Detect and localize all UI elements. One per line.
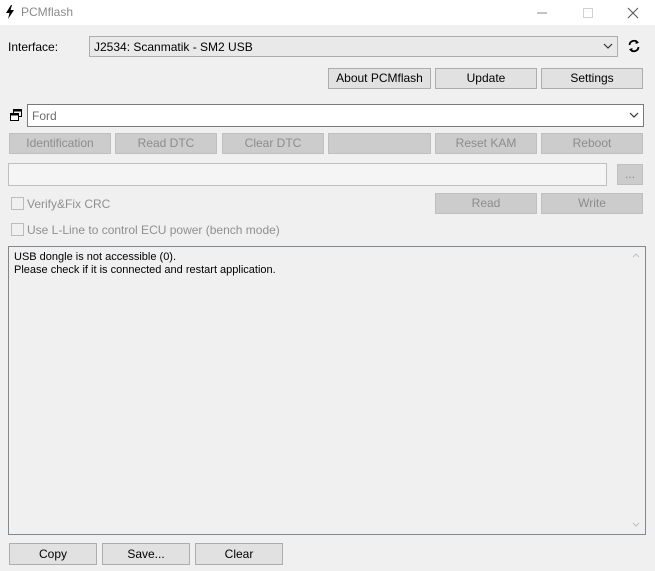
- file-path-input[interactable]: [8, 163, 607, 186]
- clear-button[interactable]: Clear: [195, 543, 283, 565]
- copy-button[interactable]: Copy: [9, 543, 97, 565]
- read-dtc-button[interactable]: Read DTC: [115, 133, 217, 154]
- interface-selected-value: J2534: Scanmatik - SM2 USB: [94, 40, 253, 54]
- chevron-up-icon[interactable]: [632, 253, 640, 258]
- clear-dtc-button[interactable]: Clear DTC: [222, 133, 324, 154]
- lline-power-checkbox[interactable]: [11, 223, 24, 236]
- vehicle-select[interactable]: Ford: [27, 104, 644, 127]
- blank-action-button[interactable]: [328, 133, 431, 154]
- write-button[interactable]: Write: [541, 193, 643, 214]
- log-line: Please check if it is connected and rest…: [14, 264, 276, 276]
- close-button[interactable]: [610, 0, 655, 25]
- interface-select[interactable]: J2534: Scanmatik - SM2 USB: [89, 36, 618, 57]
- identification-button[interactable]: Identification: [9, 133, 111, 154]
- vehicle-selected-value: Ford: [32, 109, 57, 123]
- reset-kam-button[interactable]: Reset KAM: [435, 133, 537, 154]
- verify-crc-label: Verify&Fix CRC: [27, 197, 111, 211]
- save-button[interactable]: Save...: [102, 543, 190, 565]
- log-scrollbar[interactable]: [628, 247, 645, 534]
- update-button[interactable]: Update: [435, 68, 537, 89]
- lline-power-label: Use L-Line to control ECU power (bench m…: [27, 223, 280, 237]
- minimize-icon: [537, 12, 547, 14]
- chevron-down-icon: [629, 112, 639, 118]
- window-restore-icon[interactable]: [10, 109, 22, 121]
- maximize-icon: [583, 8, 593, 18]
- read-button[interactable]: Read: [435, 193, 537, 214]
- lightning-bolt-icon: [6, 5, 14, 19]
- maximize-button[interactable]: [565, 0, 611, 25]
- refresh-icon[interactable]: [627, 39, 641, 53]
- window-title: PCMflash: [21, 5, 74, 19]
- browse-button[interactable]: ...: [617, 164, 643, 185]
- minimize-button[interactable]: [519, 0, 565, 25]
- settings-button[interactable]: Settings: [541, 68, 643, 89]
- reboot-button[interactable]: Reboot: [541, 133, 643, 154]
- verify-crc-checkbox[interactable]: [11, 197, 24, 210]
- chevron-down-icon[interactable]: [632, 522, 640, 527]
- log-line: USB dongle is not accessible (0).: [14, 251, 177, 263]
- about-button[interactable]: About PCMflash: [328, 68, 431, 89]
- chevron-down-icon: [603, 43, 613, 49]
- log-output[interactable]: USB dongle is not accessible (0). Please…: [8, 246, 646, 535]
- close-icon: [627, 7, 639, 19]
- interface-label: Interface:: [8, 40, 59, 54]
- title-bar: PCMflash: [0, 0, 655, 25]
